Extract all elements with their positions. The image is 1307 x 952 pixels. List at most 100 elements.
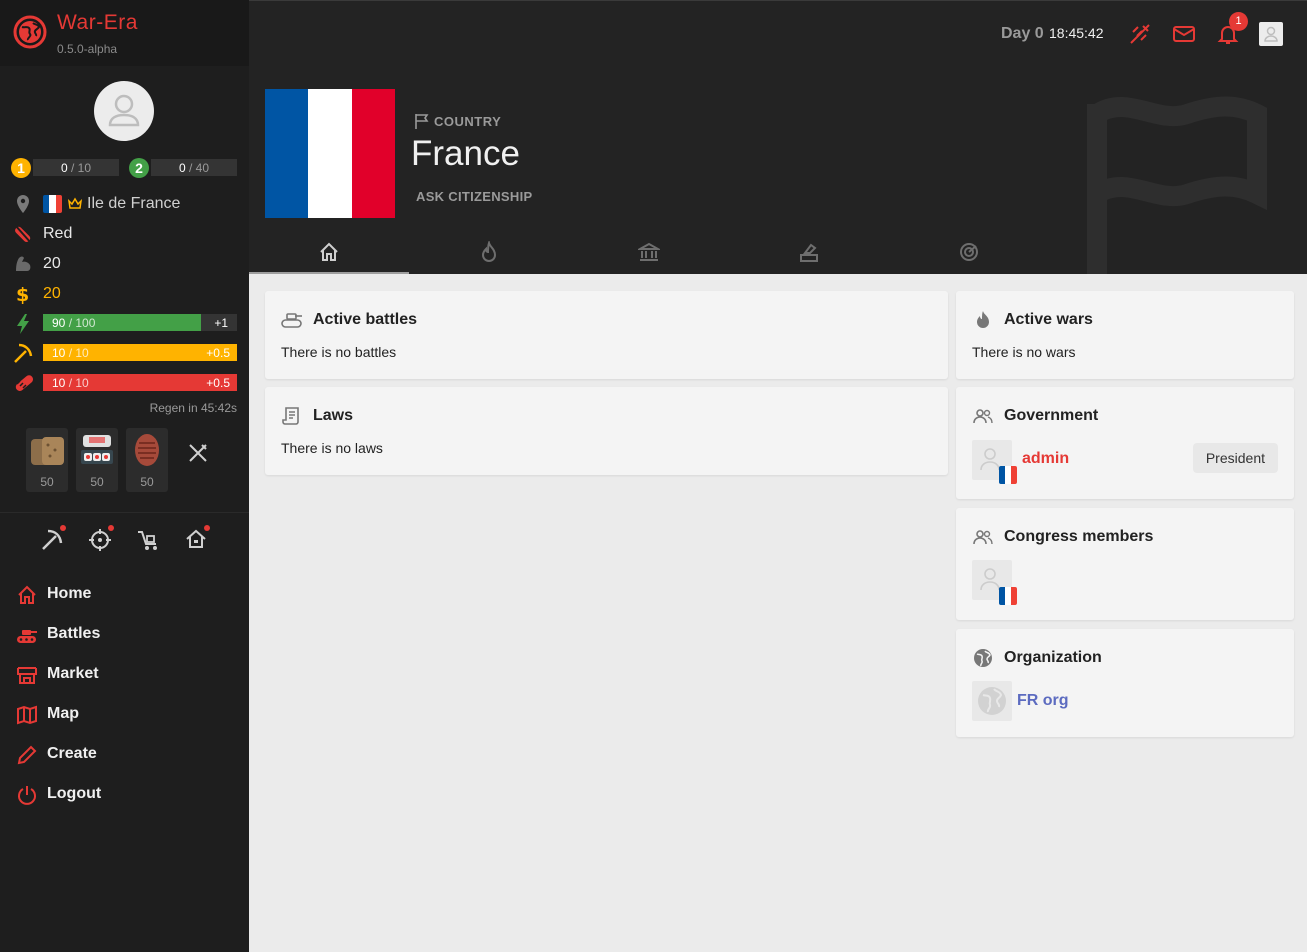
cart-icon: [138, 531, 157, 550]
nav-market[interactable]: Market: [16, 663, 236, 687]
people-icon: [973, 530, 993, 545]
level-1-bar: 0 / 10 1: [11, 158, 119, 178]
svg-text:$: $: [16, 284, 29, 305]
tab-wars[interactable]: [409, 230, 569, 274]
user-menu-avatar[interactable]: [1259, 22, 1283, 46]
level-1-max: / 10: [71, 161, 92, 175]
people-icon: [973, 409, 993, 424]
organization-name-link[interactable]: FR org: [1017, 692, 1069, 710]
member-name-link[interactable]: admin: [1022, 450, 1069, 468]
pickaxe-icon: [14, 343, 33, 363]
level-1-badge: 1: [11, 158, 31, 178]
energy-max: / 100: [68, 316, 96, 330]
sidebar-divider: [0, 512, 249, 513]
level-2-current: 0: [178, 161, 186, 175]
card-title: Laws: [313, 407, 354, 424]
fork-knife-icon[interactable]: [187, 442, 209, 464]
country-label: COUNTRY: [414, 113, 501, 129]
level-1-current: 0: [60, 161, 68, 175]
government-card: Government admin President: [956, 387, 1294, 499]
france-flag-icon: [999, 587, 1017, 605]
flag-icon: [415, 114, 429, 129]
level-2-track: 0 / 40: [151, 159, 237, 176]
level-2-bar: 0 / 40 2: [129, 158, 237, 178]
tab-home[interactable]: [249, 230, 409, 274]
bank-icon: [638, 242, 660, 261]
nav-map[interactable]: Map: [16, 703, 236, 727]
ballot-icon: [800, 243, 818, 262]
food-count: 50: [140, 475, 154, 489]
globe-logo-icon: [13, 15, 47, 49]
notification-badge: 1: [1229, 12, 1248, 31]
regen-timer: Regen in 45:42s: [149, 401, 237, 415]
fire-icon: [481, 241, 497, 262]
sidebar: War-Era 0.5.0-alpha 0 / 10 1 0 / 40 2 Il…: [0, 0, 249, 952]
nav-logout[interactable]: Logout: [16, 783, 236, 807]
brand-header[interactable]: War-Era 0.5.0-alpha: [0, 0, 249, 66]
ask-citizenship-button[interactable]: ASK CITIZENSHIP: [416, 189, 532, 204]
money-value: 20: [43, 285, 61, 302]
avatar[interactable]: [94, 81, 154, 141]
quick-action-housing[interactable]: [183, 524, 211, 554]
power-icon: [18, 786, 36, 805]
quick-action-trade[interactable]: [135, 524, 163, 554]
scroll-icon: [282, 407, 299, 425]
food-item-sushi[interactable]: 50: [76, 428, 118, 492]
food-count: 50: [40, 475, 54, 489]
nav-battles[interactable]: Battles: [16, 623, 236, 647]
tank-icon: [281, 313, 302, 328]
empty-state-text: There is no laws: [281, 440, 383, 456]
nav-home[interactable]: Home: [16, 583, 236, 607]
nav-create[interactable]: Create: [16, 743, 236, 767]
empty-state-text: There is no battles: [281, 344, 397, 360]
arm-icon: [16, 256, 31, 271]
level-2-badge: 2: [129, 158, 149, 178]
level-2-max: / 40: [189, 161, 210, 175]
card-title: Congress members: [1004, 528, 1154, 545]
empty-state-text: There is no wars: [972, 344, 1076, 360]
mail-icon[interactable]: [1172, 22, 1196, 46]
country-label-text: COUNTRY: [434, 114, 502, 129]
health-current: 10: [52, 376, 66, 390]
quick-action-work[interactable]: [39, 524, 67, 554]
organization-card: Organization FR org: [956, 629, 1294, 737]
dollar-icon: $: [16, 284, 29, 305]
food-item-steak[interactable]: 50: [126, 428, 168, 492]
clock: 18:45:42: [1049, 25, 1104, 41]
card-title: Active wars: [1004, 311, 1093, 328]
health-bar: 10 / 10 +0.5: [43, 374, 237, 391]
nav-label: Home: [47, 585, 92, 602]
level-1-track: 0 / 10: [33, 159, 119, 176]
attack-icon[interactable]: [1128, 22, 1152, 46]
app-name: War-Era: [57, 11, 138, 34]
day-counter: Day 0: [1001, 25, 1044, 42]
role-badge: President: [1192, 443, 1278, 473]
steak-icon: [135, 434, 159, 466]
active-battles-card: Active battles There is no battles: [265, 291, 948, 379]
energy-current: 90: [52, 316, 66, 330]
user-icon: [108, 94, 140, 127]
country-header: COUNTRY France ASK CITIZENSHIP: [249, 66, 1307, 274]
pencil-icon: [17, 745, 37, 765]
strength-value: 20: [43, 255, 61, 272]
nav-label: Create: [47, 745, 97, 762]
work-current: 10: [52, 346, 66, 360]
work-rate: +0.5: [206, 346, 230, 360]
organization-avatar[interactable]: [972, 681, 1012, 721]
map-icon: [17, 705, 37, 725]
tab-elections[interactable]: [729, 230, 889, 274]
active-wars-card: Active wars There is no wars: [956, 291, 1294, 379]
top-bar: Day 0 18:45:42 1: [249, 0, 1307, 66]
notification-dot: [204, 525, 210, 531]
notification-dot: [108, 525, 114, 531]
tab-government[interactable]: [569, 230, 729, 274]
home-icon: [320, 242, 338, 261]
lightning-icon: [17, 314, 29, 334]
energy-rate: +1: [214, 316, 228, 330]
tab-intel[interactable]: [889, 230, 1049, 274]
active-tab-indicator: [249, 272, 409, 274]
food-item-bread[interactable]: 50: [26, 428, 68, 492]
bandage-icon: [14, 224, 32, 244]
laws-card: Laws There is no laws: [265, 387, 948, 475]
quick-action-train[interactable]: [87, 524, 115, 554]
